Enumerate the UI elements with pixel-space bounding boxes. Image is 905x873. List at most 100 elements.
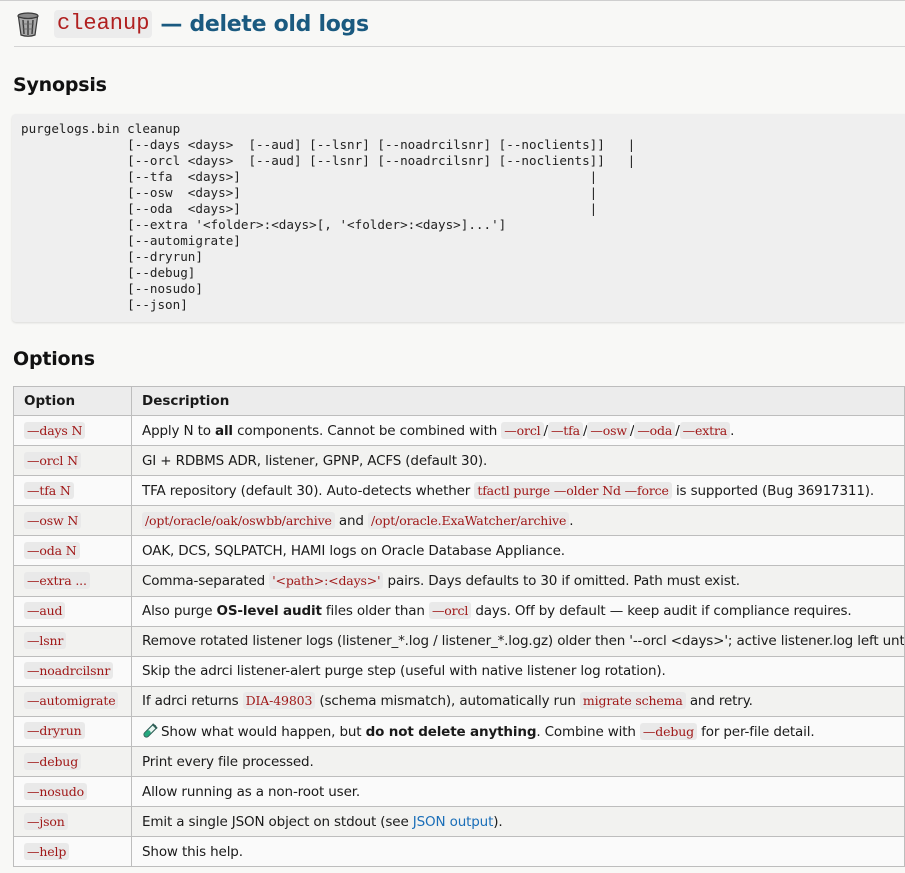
emphasis-text: OS-level audit bbox=[216, 603, 322, 620]
description-cell: Allow running as a non-root user. bbox=[131, 776, 905, 808]
synopsis-line: [--oda <days>] | bbox=[21, 201, 598, 216]
inline-code: —tfa bbox=[547, 421, 583, 439]
synopsis-code: purgelogs.bin cleanup [--days <days> [--… bbox=[21, 121, 905, 313]
emphasis-text: do not delete anything bbox=[365, 723, 537, 740]
option-flag: —json bbox=[24, 812, 68, 830]
option-cell: —dryrun bbox=[13, 715, 132, 748]
title-divider bbox=[14, 46, 905, 47]
inline-code: tfactl purge —older Nd —force bbox=[474, 481, 672, 499]
inline-code: —osw bbox=[587, 421, 630, 439]
description-text: (schema mismatch), automatically run bbox=[315, 693, 580, 710]
option-flag: —extra ... bbox=[24, 572, 90, 590]
table-row: —extra ... Comma-separated '<path>:<days>… bbox=[13, 565, 905, 597]
table-row: —nosudo Allow running as a non-root user. bbox=[13, 776, 905, 808]
description-text: Also purge bbox=[142, 603, 217, 620]
inline-code: DIA-49803 bbox=[242, 692, 316, 710]
table-row: —noadrcilsnr Skip the adrci listener-aler… bbox=[13, 655, 905, 687]
option-flag: —oda N bbox=[24, 541, 80, 559]
description-text: Allow running as a non-root user. bbox=[142, 783, 361, 800]
description-text: for per-file detail. bbox=[696, 723, 815, 740]
option-flag: —automigrate bbox=[24, 692, 119, 710]
description-text: files older than bbox=[321, 603, 429, 620]
option-cell: —extra ... bbox=[13, 565, 132, 597]
table-header-row: Option Description bbox=[13, 386, 905, 416]
description-cell: Comma-separated '<path>:<days>' pairs. D… bbox=[131, 565, 905, 597]
description-text: / bbox=[675, 422, 680, 439]
option-cell: —nosudo bbox=[13, 776, 132, 808]
description-text: Skip the adrci listener-alert purge step… bbox=[142, 663, 666, 680]
inline-code: '<path>:<days>' bbox=[269, 572, 384, 590]
description-cell: If adrci returns DIA-49803 (schema misma… bbox=[131, 685, 905, 717]
description-cell: Apply N to all components. Cannot be com… bbox=[131, 414, 905, 447]
description-cell: OAK, DCS, SQLPATCH, HAMI logs on Oracle … bbox=[131, 535, 905, 567]
description-cell: TFA repository (default 30). Auto-detect… bbox=[131, 475, 905, 507]
description-text: . bbox=[569, 512, 574, 529]
test-tube-icon bbox=[143, 723, 158, 738]
description-text: components. Cannot be combined with bbox=[232, 422, 502, 439]
description-cell: Remove rotated listener logs (listener_*… bbox=[131, 625, 905, 657]
synopsis-heading: Synopsis bbox=[13, 74, 107, 96]
description-text: TFA repository (default 30). Auto-detect… bbox=[142, 482, 475, 499]
column-header-option: Option bbox=[13, 386, 132, 416]
description-text: GI + RDBMS ADR, listener, GPNP, ACFS (de… bbox=[142, 452, 488, 469]
column-header-description: Description bbox=[131, 386, 905, 416]
description-text: Show this help. bbox=[142, 843, 243, 860]
option-cell: —days N bbox=[13, 414, 132, 447]
synopsis-line: purgelogs.bin cleanup bbox=[21, 121, 181, 136]
option-flag: —orcl N bbox=[24, 451, 81, 469]
table-row: —json Emit a single JSON object on stdout… bbox=[13, 806, 905, 838]
option-flag: —osw N bbox=[24, 511, 82, 529]
option-flag: —aud bbox=[24, 602, 66, 620]
description-text: is supported (Bug 36917311). bbox=[671, 482, 875, 499]
description-text: days. Off by default — keep audit if com… bbox=[471, 603, 852, 620]
synopsis-line: [--nosudo] bbox=[21, 281, 203, 296]
synopsis-line: [--tfa <days>] | bbox=[21, 169, 598, 184]
option-cell: —oda N bbox=[13, 535, 132, 567]
option-cell: —tfa N bbox=[13, 475, 132, 507]
table-row: —days N Apply N to all components. Cannot… bbox=[13, 414, 905, 447]
description-cell: Print every file processed. bbox=[131, 746, 905, 778]
description-cell: Show this help. bbox=[131, 836, 905, 868]
option-flag: —tfa N bbox=[24, 481, 74, 499]
synopsis-line: [--json] bbox=[21, 297, 188, 312]
json-output-link[interactable]: JSON output bbox=[413, 814, 494, 830]
option-cell: —noadrcilsnr bbox=[13, 655, 132, 687]
option-cell: —help bbox=[13, 836, 132, 868]
title-text: — delete old logs bbox=[160, 11, 369, 37]
option-flag: —help bbox=[24, 842, 70, 860]
synopsis-line: [--osw <days>] | bbox=[21, 185, 598, 200]
description-cell: Show what would happen, but do not delet… bbox=[131, 715, 905, 748]
description-text: If adrci returns bbox=[142, 693, 243, 710]
inline-code: /opt/oracle/oak/oswbb/archive bbox=[142, 511, 335, 529]
top-border bbox=[0, 0, 905, 1]
title-command: cleanup bbox=[54, 10, 153, 38]
description-cell: Also purge OS-level audit files older th… bbox=[131, 595, 905, 627]
table-row: —automigrate If adrci returns DIA-49803 (… bbox=[13, 685, 905, 717]
description-text: pairs. Days defaults to 30 if omitted. P… bbox=[383, 573, 740, 590]
options-table: Option Description —days N Apply N to all… bbox=[13, 386, 905, 868]
description-text: Show what would happen, but bbox=[161, 723, 366, 740]
option-flag: —lsnr bbox=[24, 632, 67, 650]
description-text: . bbox=[730, 422, 735, 439]
option-cell: —orcl N bbox=[13, 445, 132, 477]
emphasis-text: all bbox=[215, 422, 233, 439]
inline-code: —extra bbox=[679, 421, 731, 439]
description-text: and bbox=[334, 512, 368, 529]
table-row: —aud Also purge OS-level audit files olde… bbox=[13, 595, 905, 627]
page-title: cleanup — delete old logs bbox=[14, 8, 369, 40]
description-text: Comma-separated bbox=[142, 573, 270, 590]
inline-code: —oda bbox=[634, 421, 676, 439]
description-text: Print every file processed. bbox=[142, 753, 314, 770]
inline-code: —debug bbox=[639, 722, 697, 740]
synopsis-line: [--debug] bbox=[21, 265, 196, 280]
inline-code: /opt/oracle.ExaWatcher/archive bbox=[367, 511, 570, 529]
options-heading: Options bbox=[13, 348, 95, 370]
synopsis-code-block: purgelogs.bin cleanup [--days <days> [--… bbox=[12, 114, 905, 322]
synopsis-line: [--extra '<folder>:<days>[, '<folder>:<d… bbox=[21, 217, 507, 232]
option-cell: —json bbox=[13, 806, 132, 838]
description-cell: /opt/oracle/oak/oswbb/archive and /opt/o… bbox=[131, 505, 905, 537]
option-flag: —dryrun bbox=[24, 722, 85, 740]
option-cell: —automigrate bbox=[13, 685, 132, 717]
option-cell: —osw N bbox=[13, 505, 132, 537]
description-cell: Emit a single JSON object on stdout (see… bbox=[131, 806, 905, 838]
